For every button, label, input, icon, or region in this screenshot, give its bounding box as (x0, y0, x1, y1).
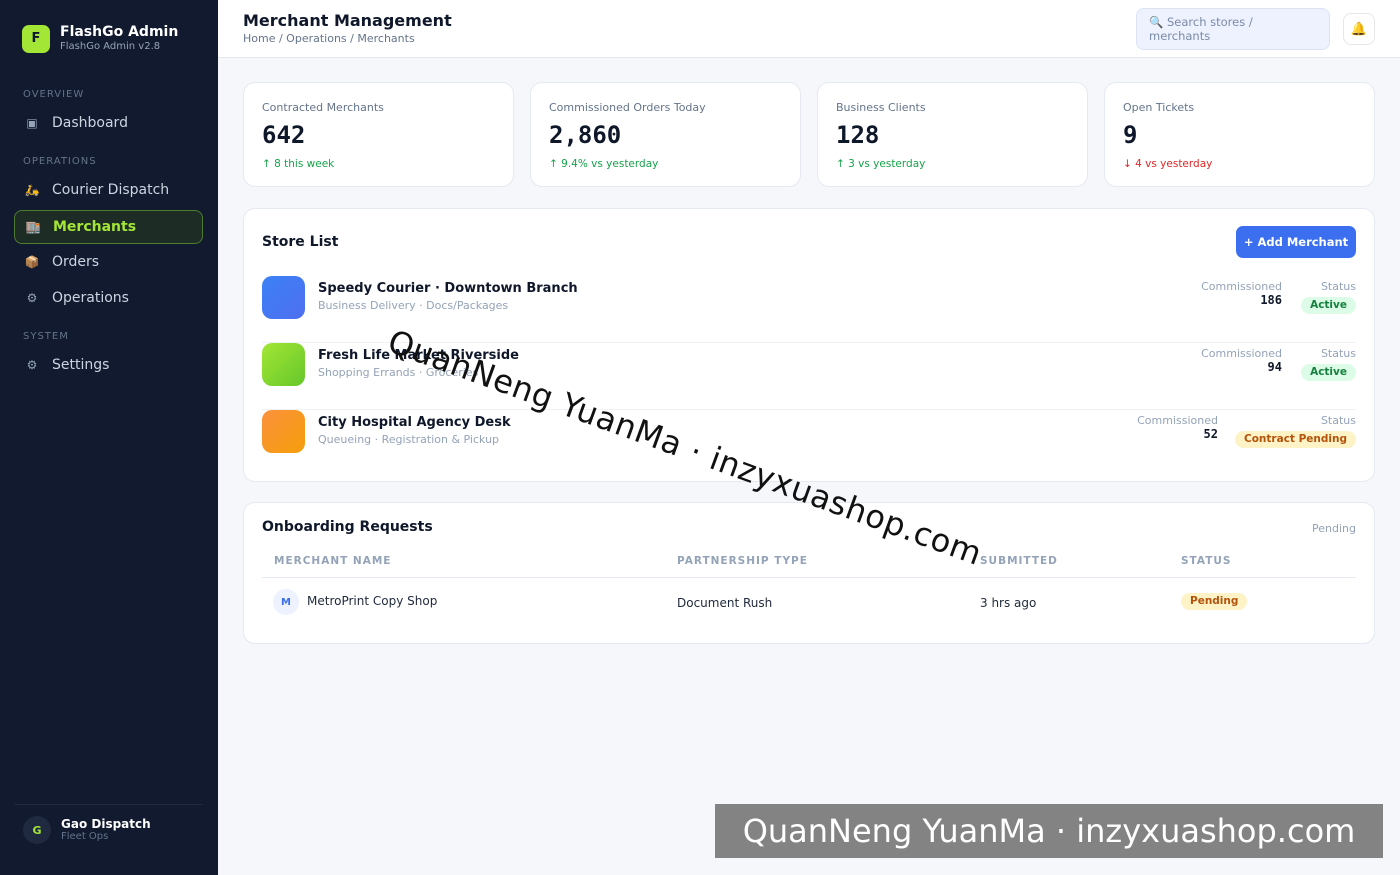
commission-value: 94 (1267, 360, 1282, 374)
status-label: Status (1320, 280, 1356, 293)
merchant-name-cell[interactable]: MetroPrint Copy Shop (307, 594, 437, 608)
stat-value: 128 (836, 121, 880, 149)
stat-trend: ↑ 8 this week (262, 158, 335, 170)
brand-logo: F (22, 24, 50, 53)
filter-label[interactable]: Pending (1312, 522, 1356, 535)
store-subtitle: Queueing · Registration & Pickup (318, 433, 500, 446)
stat-label: Commissioned Orders Today (549, 101, 706, 114)
column-header-status: STATUS (1181, 555, 1232, 567)
dashboard-icon: ▣ (26, 116, 38, 130)
status-badge: Contract Pending (1235, 431, 1356, 448)
commission-count: Commissioned 52 (1137, 414, 1218, 441)
settings-icon: ⚙ (26, 358, 38, 372)
status-column: Status Active (1301, 280, 1356, 314)
user-profile[interactable]: G Gao Dispatch Fleet Ops (23, 816, 151, 844)
table-divider (262, 577, 1356, 578)
commission-value: 52 (1203, 427, 1218, 441)
stat-trend: ↓ 4 vs yesterday (1123, 158, 1213, 170)
sidebar-item-settings[interactable]: ⚙ Settings (14, 348, 203, 382)
sidebar-item-label: Orders (52, 254, 100, 270)
gear-icon: ⚙ (26, 291, 38, 305)
store-list-title: Store List (262, 234, 339, 250)
sidebar-item-label: Operations (52, 290, 129, 306)
stat-label: Open Tickets (1123, 101, 1195, 114)
sidebar-item-label: Courier Dispatch (52, 182, 170, 198)
sidebar-divider (14, 804, 203, 805)
status-badge: Active (1301, 297, 1356, 314)
partnership-type-cell: Document Rush (677, 596, 773, 610)
status-column: Status Contract Pending (1235, 414, 1356, 448)
top-header: Merchant Management Home / Operations / … (218, 0, 1400, 58)
commission-count: Commissioned 186 (1201, 280, 1282, 307)
sidebar-item-label: Dashboard (52, 115, 128, 131)
sidebar-item-merchants[interactable]: 🏬 Merchants (14, 210, 203, 244)
column-header-submitted: SUBMITTED (980, 555, 1058, 567)
sidebar: F FlashGo Admin FlashGo Admin v2.8 OVERV… (0, 0, 218, 875)
commission-label: Commissioned (1201, 347, 1282, 360)
status-column: Status Active (1301, 347, 1356, 381)
stat-trend: ↑ 3 vs yesterday (836, 158, 926, 170)
store-thumbnail (262, 410, 305, 453)
store-subtitle: Business Delivery · Docs/Packages (318, 299, 509, 312)
package-icon: 📦 (24, 255, 40, 269)
bell-icon[interactable]: 🔔 (1343, 13, 1375, 45)
avatar: M (273, 589, 299, 615)
brand-version: FlashGo Admin v2.8 (60, 41, 161, 52)
status-label: Status (1320, 347, 1356, 360)
sidebar-item-orders[interactable]: 📦 Orders (14, 245, 203, 279)
store-name: Speedy Courier · Downtown Branch (318, 281, 578, 296)
user-role: Fleet Ops (61, 831, 109, 842)
scooter-icon: 🛵 (24, 183, 40, 197)
stat-value: 642 (262, 121, 306, 149)
breadcrumb[interactable]: Home / Operations / Merchants (243, 32, 415, 45)
page-title: Merchant Management (243, 11, 452, 30)
brand-name: FlashGo Admin (60, 24, 179, 40)
commission-label: Commissioned (1201, 280, 1282, 293)
stat-value: 2,860 (549, 121, 622, 149)
store-thumbnail (262, 276, 305, 319)
nav-section-operations: OPERATIONS (23, 156, 97, 167)
nav-section-system: SYSTEM (23, 331, 69, 342)
stat-trend: ↑ 9.4% vs yesterday (549, 158, 659, 170)
stat-label: Contracted Merchants (262, 101, 384, 114)
commission-value: 186 (1260, 293, 1282, 307)
sidebar-item-courier-dispatch[interactable]: 🛵 Courier Dispatch (14, 173, 203, 207)
onboarding-panel: Onboarding Requests Pending MERCHANT NAM… (243, 502, 1375, 644)
column-header-merchant: MERCHANT NAME (274, 555, 392, 567)
commission-count: Commissioned 94 (1201, 347, 1282, 374)
stat-label: Business Clients (836, 101, 926, 114)
nav-section-overview: OVERVIEW (23, 89, 85, 100)
brand: F FlashGo Admin FlashGo Admin v2.8 (22, 24, 178, 53)
list-item[interactable]: City Hospital Agency Desk Queueing · Reg… (262, 410, 1356, 477)
sidebar-item-dashboard[interactable]: ▣ Dashboard (14, 106, 203, 140)
commission-label: Commissioned (1137, 414, 1218, 427)
search-input[interactable]: 🔍 Search stores / merchants (1136, 8, 1330, 50)
avatar: G (23, 816, 51, 844)
stat-card-contracted-merchants: Contracted Merchants 642 ↑ 8 this week (243, 82, 514, 187)
watermark-banner: QuanNeng YuanMa · inzyxuashop.com (715, 804, 1383, 858)
sidebar-item-operations[interactable]: ⚙ Operations (14, 281, 203, 315)
stat-card-commissioned-orders: Commissioned Orders Today 2,860 ↑ 9.4% v… (530, 82, 801, 187)
stat-card-business-clients: Business Clients 128 ↑ 3 vs yesterday (817, 82, 1088, 187)
add-merchant-button[interactable]: + Add Merchant (1236, 226, 1356, 258)
status-label: Status (1320, 414, 1356, 427)
column-header-partnership: PARTNERSHIP TYPE (677, 555, 808, 567)
status-badge: Pending (1181, 593, 1248, 610)
store-thumbnail (262, 343, 305, 386)
building-icon: 🏬 (25, 220, 41, 234)
sidebar-item-label: Settings (52, 357, 110, 373)
status-badge: Active (1301, 364, 1356, 381)
onboarding-title: Onboarding Requests (262, 519, 433, 535)
submitted-cell: 3 hrs ago (980, 596, 1037, 610)
stat-value: 9 (1123, 121, 1138, 149)
user-name: Gao Dispatch (61, 817, 151, 831)
sidebar-item-label: Merchants (53, 219, 137, 235)
store-name: City Hospital Agency Desk (318, 415, 511, 430)
stat-card-open-tickets: Open Tickets 9 ↓ 4 vs yesterday (1104, 82, 1375, 187)
